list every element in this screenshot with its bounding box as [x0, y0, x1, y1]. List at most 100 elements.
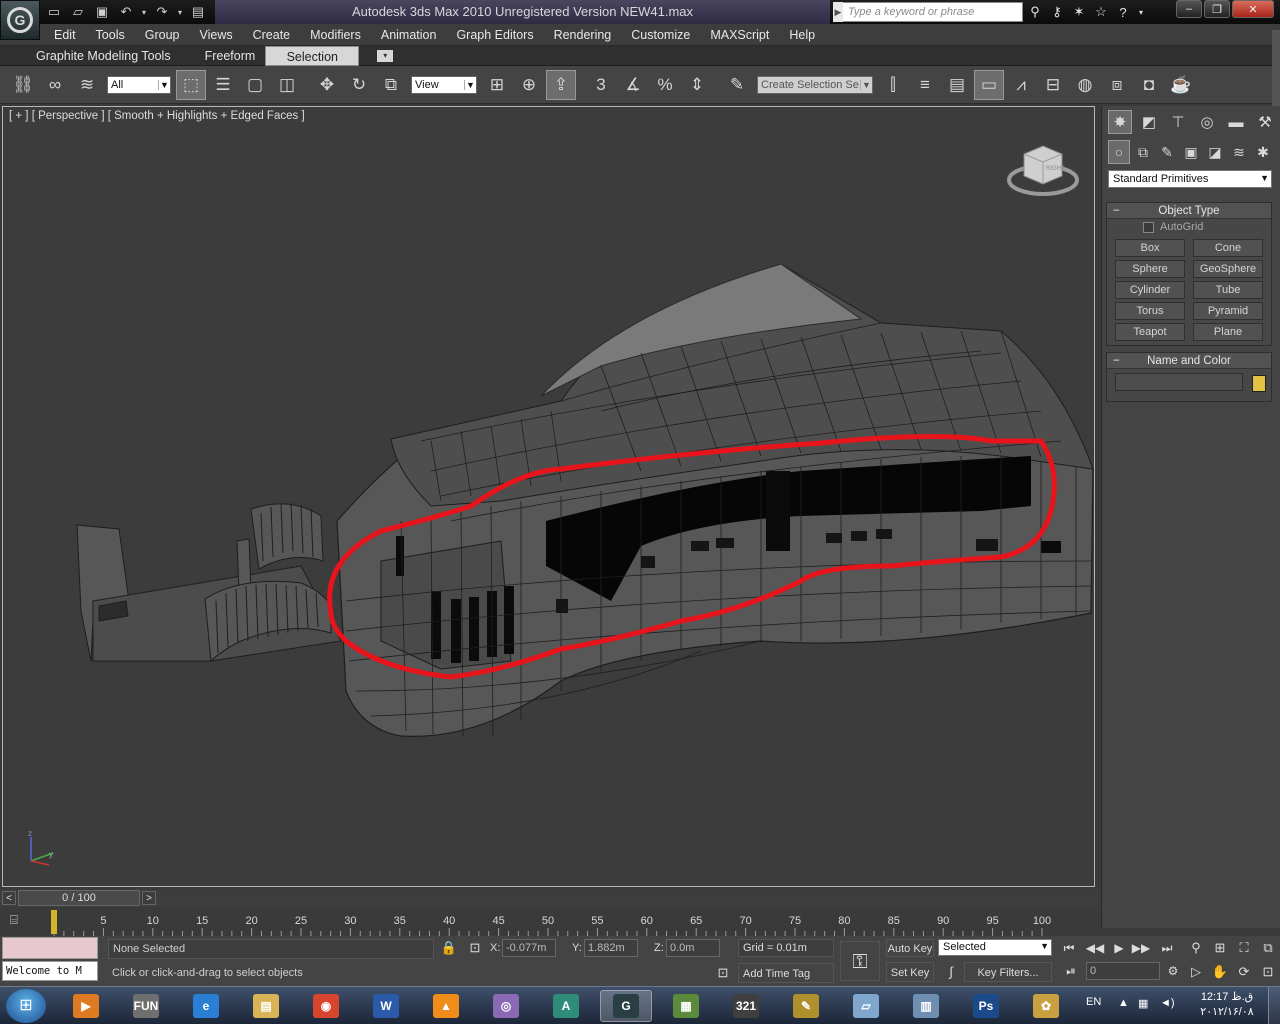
- previous-frame-icon[interactable]: <: [2, 891, 16, 905]
- favorites-star-icon[interactable]: ☆: [1092, 2, 1110, 22]
- rendered-frame-window-icon[interactable]: ◘: [1134, 70, 1164, 100]
- systems-icon[interactable]: ✱: [1252, 140, 1274, 164]
- menu-maxscript[interactable]: MAXScript: [700, 24, 779, 46]
- spinner-snap-icon[interactable]: ⇕: [682, 70, 712, 100]
- z-coordinate-field[interactable]: 0.0m: [666, 939, 720, 957]
- communication-icon[interactable]: ✶: [1070, 2, 1088, 22]
- edit-named-selection-icon[interactable]: ✎: [722, 70, 752, 100]
- current-frame-field[interactable]: 0: [1086, 962, 1160, 980]
- go-to-end-icon[interactable]: ⏭: [1156, 938, 1178, 958]
- new-file-icon[interactable]: ▭: [44, 3, 64, 21]
- application-button[interactable]: G: [0, 0, 40, 40]
- geosphere-button[interactable]: GeoSphere: [1193, 260, 1263, 278]
- plane-button[interactable]: Plane: [1193, 323, 1263, 341]
- start-button[interactable]: ⊞: [6, 989, 46, 1023]
- go-to-start-icon[interactable]: ⏮: [1058, 938, 1080, 958]
- reference-coordinate-dropdown[interactable]: View ▼: [411, 75, 477, 94]
- create-tab-icon[interactable]: ✸: [1108, 110, 1132, 134]
- menu-customize[interactable]: Customize: [621, 24, 700, 46]
- taskbar-notes[interactable]: ▱: [840, 990, 892, 1022]
- helpers-icon[interactable]: ◪: [1204, 140, 1226, 164]
- open-folder-icon[interactable]: ▱: [68, 3, 88, 21]
- menu-tools[interactable]: Tools: [86, 24, 135, 46]
- object-name-field[interactable]: [1115, 373, 1243, 391]
- taskbar-dvd[interactable]: ◎: [480, 990, 532, 1022]
- taskbar-media-321[interactable]: 321: [720, 990, 772, 1022]
- maximize-viewport-icon[interactable]: ⊡: [1258, 962, 1278, 982]
- selection-lock-icon[interactable]: 🔒: [440, 939, 458, 957]
- taskbar-vlc[interactable]: ▲: [420, 990, 472, 1022]
- next-key-icon[interactable]: ▶▶: [1130, 938, 1152, 958]
- material-editor-icon[interactable]: ◍: [1070, 70, 1100, 100]
- select-manipulate-icon[interactable]: ⊕: [514, 70, 544, 100]
- select-object-icon[interactable]: ⬚: [176, 69, 206, 100]
- taskbar-word[interactable]: W: [360, 990, 412, 1022]
- pan-view-icon[interactable]: ✋: [1210, 962, 1230, 982]
- set-key-button[interactable]: Set Key: [886, 962, 934, 982]
- object-color-swatch[interactable]: [1252, 375, 1266, 392]
- zoom-all-icon[interactable]: ⊞: [1210, 938, 1230, 958]
- ribbon-tab-freeform[interactable]: Freeform: [195, 46, 266, 66]
- time-slider-thumb[interactable]: 0 / 100: [18, 890, 140, 906]
- graphite-toggle-icon[interactable]: ▭: [974, 69, 1004, 100]
- taskbar-tools[interactable]: ✎: [780, 990, 832, 1022]
- taskbar-internet-explorer[interactable]: e: [180, 990, 232, 1022]
- named-selection-sets-dropdown[interactable]: Create Selection Se ▼: [757, 75, 873, 94]
- hierarchy-tab-icon[interactable]: ⊤: [1166, 110, 1190, 134]
- key-filters-button[interactable]: Key Filters...: [964, 962, 1052, 982]
- selection-filter-dropdown[interactable]: All ▼: [107, 75, 171, 94]
- torus-button[interactable]: Torus: [1115, 302, 1185, 320]
- system-clock[interactable]: 12:17 ق.ظ ۲۰۱۲/۱۶/۰۸: [1192, 990, 1262, 1020]
- render-setup-icon[interactable]: ⧈: [1102, 70, 1132, 100]
- show-desktop-button[interactable]: [1268, 987, 1280, 1024]
- undo-dropdown-icon[interactable]: ▾: [140, 3, 148, 21]
- close-button[interactable]: ✕: [1232, 0, 1274, 18]
- select-and-link-icon[interactable]: ⛓: [8, 70, 38, 100]
- rectangular-selection-icon[interactable]: ▢: [240, 70, 270, 100]
- keyboard-shortcut-override-icon[interactable]: ⇪: [546, 69, 576, 100]
- select-and-move-icon[interactable]: ✥: [312, 70, 342, 100]
- taskbar-autocad[interactable]: A: [540, 990, 592, 1022]
- bind-to-space-warp-icon[interactable]: ≋: [72, 70, 102, 100]
- lights-icon[interactable]: ✎: [1156, 140, 1178, 164]
- viewcube-icon[interactable]: RIGHT: [1006, 140, 1080, 202]
- menu-edit[interactable]: Edit: [44, 24, 86, 46]
- maxscript-output[interactable]: Welcome to M: [2, 961, 98, 981]
- search-input[interactable]: Type a keyword or phrase: [833, 2, 1023, 22]
- taskbar-explorer[interactable]: ▤: [240, 990, 292, 1022]
- space-warps-icon[interactable]: ≋: [1228, 140, 1250, 164]
- y-coordinate-field[interactable]: 1.882m: [584, 939, 638, 957]
- show-hidden-icons-icon[interactable]: ▲: [1118, 997, 1129, 1009]
- help-icon[interactable]: ?: [1114, 2, 1132, 22]
- play-icon[interactable]: ▶: [1108, 938, 1130, 958]
- box-button[interactable]: Box: [1115, 239, 1185, 257]
- taskbar-chrome[interactable]: ◉: [300, 990, 352, 1022]
- zoom-extents-all-icon[interactable]: ⧉: [1258, 938, 1278, 958]
- ribbon-minimize-icon[interactable]: ▾: [377, 49, 394, 62]
- mirror-icon[interactable]: ⫿: [878, 70, 908, 100]
- percent-snap-icon[interactable]: %: [650, 70, 680, 100]
- autogrid-checkbox[interactable]: AutoGrid: [1143, 221, 1203, 233]
- next-frame-icon[interactable]: >: [142, 891, 156, 905]
- auto-key-button[interactable]: Auto Key: [886, 939, 934, 957]
- menu-animation[interactable]: Animation: [371, 24, 447, 46]
- zoom-extents-icon[interactable]: ⛶: [1234, 938, 1254, 958]
- help-dropdown-icon[interactable]: ▾: [1136, 2, 1146, 22]
- object-type-header[interactable]: − Object Type: [1107, 203, 1271, 219]
- set-keys-icon[interactable]: ⚿: [840, 941, 880, 981]
- undo-icon[interactable]: ↶: [116, 3, 136, 21]
- geometry-icon[interactable]: ○: [1108, 140, 1130, 164]
- unlink-selection-icon[interactable]: ∞: [40, 70, 70, 100]
- zoom-icon[interactable]: ⚲: [1186, 938, 1206, 958]
- snaps-toggle-icon[interactable]: 3: [586, 70, 616, 100]
- select-by-name-icon[interactable]: ☰: [208, 70, 238, 100]
- cylinder-button[interactable]: Cylinder: [1115, 281, 1185, 299]
- viewport-label[interactable]: [ + ] [ Perspective ] [ Smooth + Highlig…: [9, 110, 305, 122]
- binoculars-icon[interactable]: ⚲: [1026, 2, 1044, 22]
- maximize-button[interactable]: ❐: [1204, 0, 1230, 18]
- align-icon[interactable]: ≡: [910, 70, 940, 100]
- display-tab-icon[interactable]: ▬: [1224, 110, 1248, 134]
- track-bar[interactable]: ⌸ 5 10 15 20 25 30 35 40 45 50 55 60 65 70 75 80 85 90 95 1…: [0, 908, 1100, 936]
- cameras-icon[interactable]: ▣: [1180, 140, 1202, 164]
- menu-views[interactable]: Views: [189, 24, 242, 46]
